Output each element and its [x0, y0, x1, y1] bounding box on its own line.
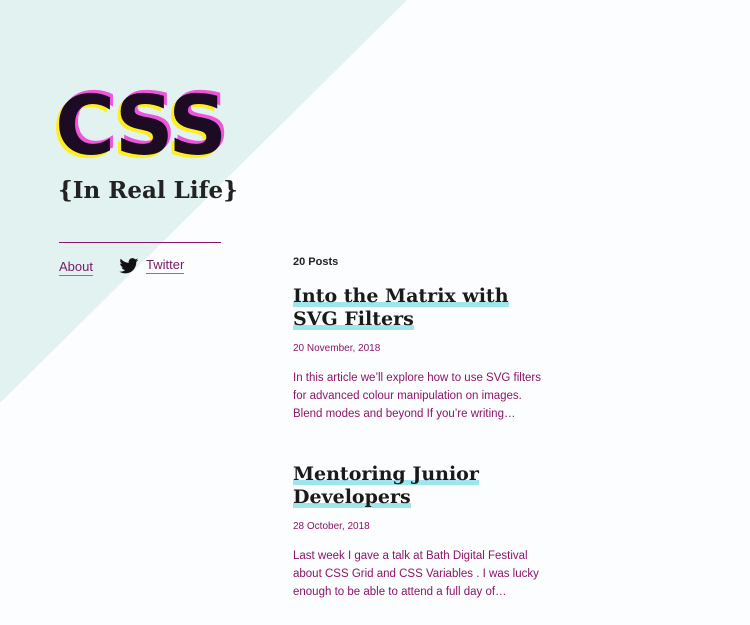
post-list: 20 Posts Into the Matrix with SVG Filter…: [293, 256, 543, 625]
post-title[interactable]: Mentoring Junior Developers: [293, 463, 543, 509]
site-logo[interactable]: CSS CSS CSS: [52, 83, 230, 171]
page: CSS CSS CSS {In Real Life} About Twitter…: [0, 0, 750, 625]
post-excerpt: In this article we’ll explore how to use…: [293, 372, 541, 420]
post-item: Mentoring Junior Developers 28 October, …: [293, 463, 543, 601]
post-title[interactable]: Into the Matrix with SVG Filters: [293, 285, 543, 331]
post-date: 28 October, 2018: [293, 521, 370, 532]
nav-link-twitter-label: Twitter: [146, 257, 185, 274]
nav-divider: [59, 242, 221, 243]
post-title-link[interactable]: Mentoring Junior Developers: [293, 463, 479, 508]
site-subtitle: {In Real Life}: [58, 177, 238, 204]
nav-link-twitter[interactable]: Twitter: [119, 257, 185, 275]
nav-link-about[interactable]: About: [59, 259, 93, 276]
twitter-icon: [119, 257, 139, 274]
post-excerpt: Last week I gave a talk at Bath Digital …: [293, 550, 539, 598]
logo-text: CSS: [55, 79, 227, 174]
post-count: 20 Posts: [293, 256, 339, 268]
post-item: Into the Matrix with SVG Filters 20 Nove…: [293, 285, 543, 423]
post-date: 20 November, 2018: [293, 343, 381, 354]
post-title-link[interactable]: Into the Matrix with SVG Filters: [293, 285, 509, 330]
